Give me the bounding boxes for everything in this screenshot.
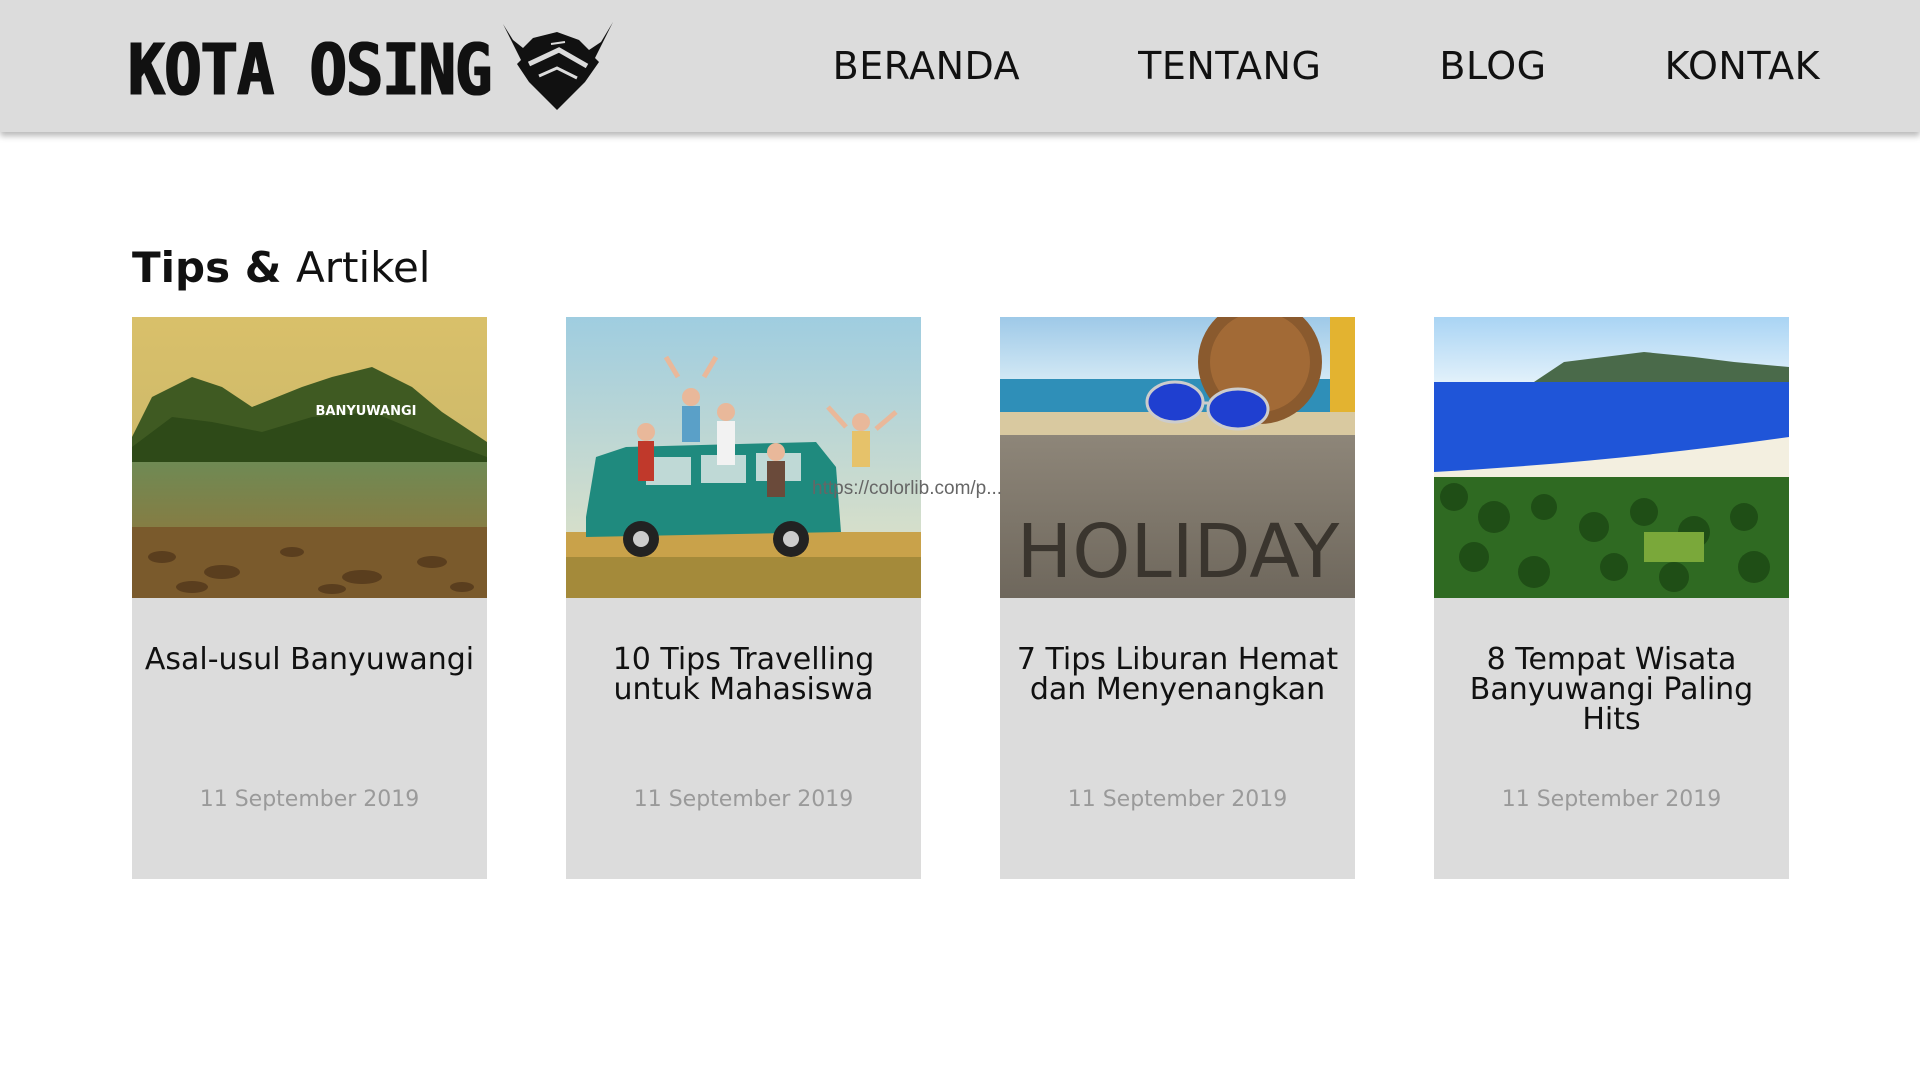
osing-helmet-icon bbox=[503, 22, 614, 110]
section-title-strong: Tips & bbox=[132, 243, 282, 292]
article-image-banyuwangi: BANYUWANGI bbox=[132, 317, 487, 598]
nav-blog[interactable]: BLOG bbox=[1439, 40, 1546, 92]
section-title-light: Artikel bbox=[295, 243, 431, 292]
site-header: KOTA OSING BERANDA TENTANG BLOG KONTAK bbox=[0, 0, 1920, 132]
article-card[interactable]: 10 Tips Travelling untuk Mahasiswa 11 Se… bbox=[566, 317, 921, 879]
article-title[interactable]: 7 Tips Liburan Hemat dan Menyenangkan bbox=[1010, 645, 1345, 705]
article-image-travel-van bbox=[566, 317, 921, 598]
article-date: 11 September 2019 bbox=[199, 787, 420, 812]
article-date: 11 September 2019 bbox=[633, 787, 854, 812]
article-card[interactable]: 8 Tempat Wisata Banyuwangi Paling Hits 1… bbox=[1434, 317, 1789, 879]
article-date: 11 September 2019 bbox=[1067, 787, 1288, 812]
image-sign-text: BANYUWANGI bbox=[315, 404, 416, 419]
nav-kontak[interactable]: KONTAK bbox=[1665, 40, 1820, 92]
article-card[interactable]: HOLIDAY 7 Tips Liburan Hemat dan Menyena… bbox=[1000, 317, 1355, 879]
nav-beranda[interactable]: BERANDA bbox=[833, 40, 1020, 92]
article-image-holiday: HOLIDAY bbox=[1000, 317, 1355, 598]
article-title[interactable]: Asal-usul Banyuwangi bbox=[142, 645, 477, 675]
nav-tentang[interactable]: TENTANG bbox=[1138, 40, 1321, 92]
article-image-beach bbox=[1434, 317, 1789, 598]
logo-text: KOTA OSING bbox=[128, 27, 492, 112]
section-title: Tips & Artikel bbox=[132, 240, 430, 296]
article-date: 11 September 2019 bbox=[1501, 787, 1722, 812]
article-title[interactable]: 10 Tips Travelling untuk Mahasiswa bbox=[576, 645, 911, 705]
image-holiday-text: HOLIDAY bbox=[1017, 509, 1341, 595]
site-logo[interactable]: KOTA OSING bbox=[128, 20, 617, 112]
article-card[interactable]: BANYUWANGI Asal-usul Banyuwangi 11 Septe… bbox=[132, 317, 487, 879]
article-grid: BANYUWANGI Asal-usul Banyuwangi 11 Septe… bbox=[132, 317, 1789, 879]
article-title[interactable]: 8 Tempat Wisata Banyuwangi Paling Hits bbox=[1444, 645, 1779, 735]
main-nav: BERANDA TENTANG BLOG KONTAK bbox=[833, 40, 1820, 92]
